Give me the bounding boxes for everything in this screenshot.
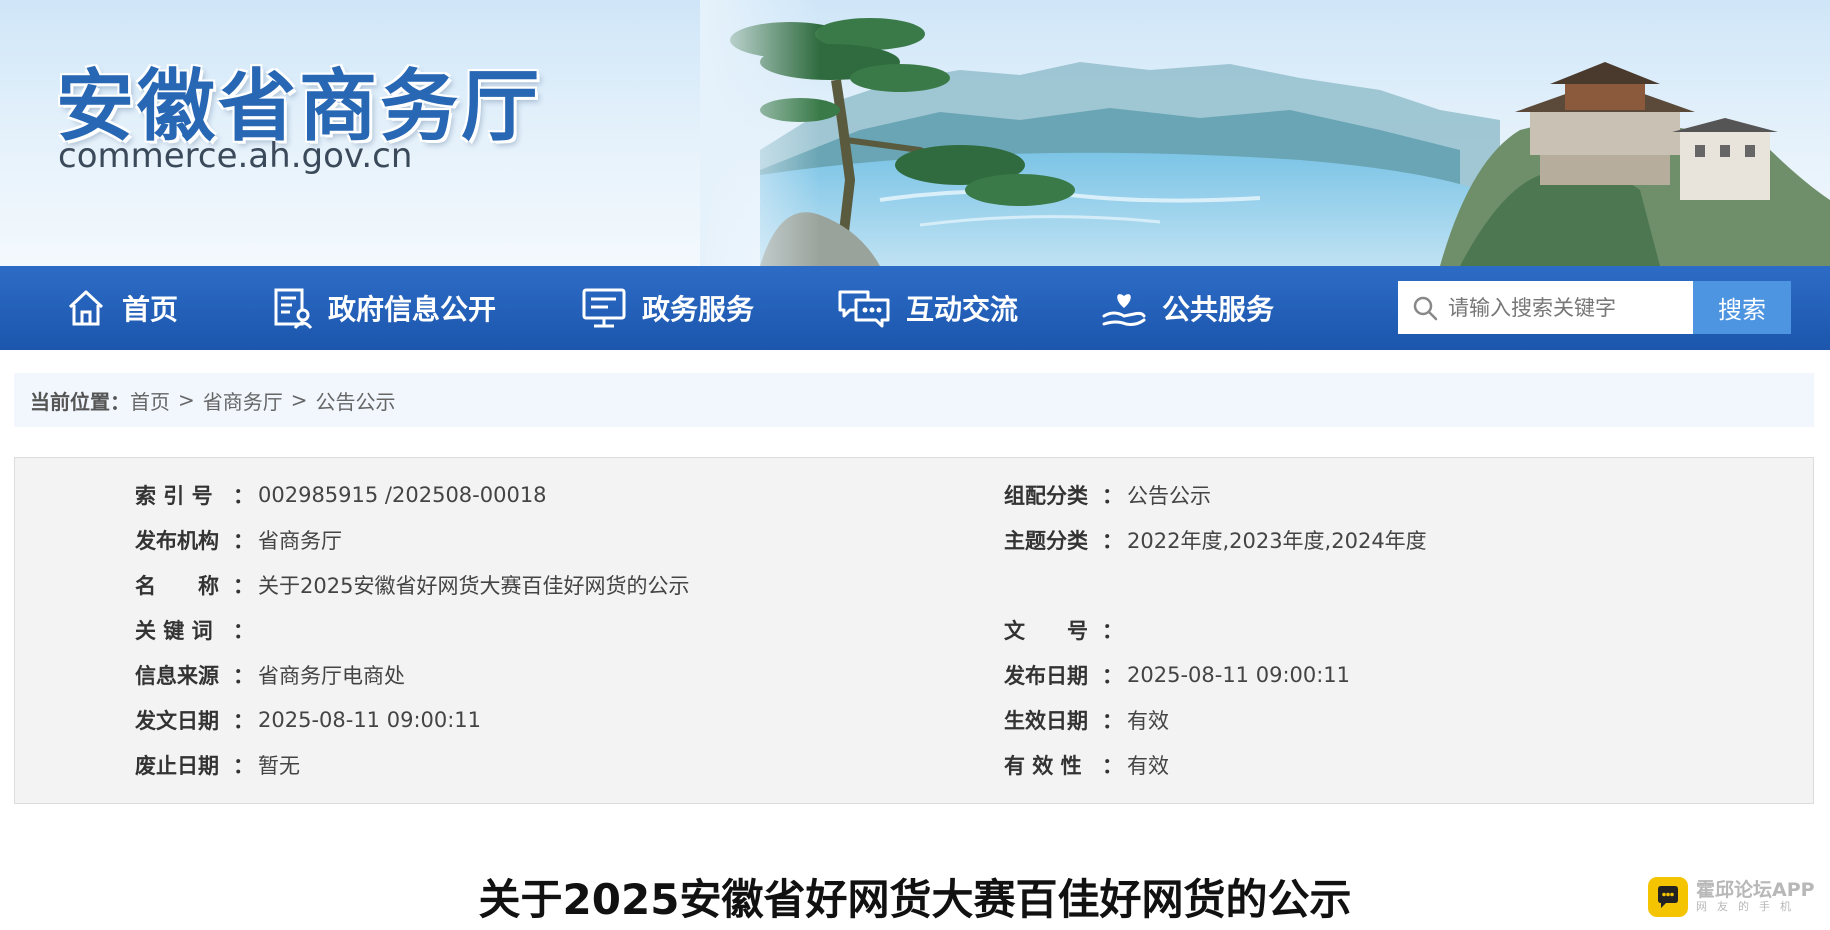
info-value: 省商务厅 xyxy=(258,529,342,553)
info-value: 有效 xyxy=(1127,754,1169,778)
nav-label-interaction: 互动交流 xyxy=(906,293,1019,326)
nav-item-interaction[interactable]: 互动交流 xyxy=(836,266,1018,350)
nav-item-gov-info[interactable]: 政府信息公开 xyxy=(270,266,496,350)
info-colon: ： xyxy=(1102,664,1123,688)
info-colon: ： xyxy=(1102,619,1123,643)
info-colon: ： xyxy=(1102,754,1123,778)
info-row-category: 组配分类 ：公告公示 xyxy=(1004,480,1211,510)
document-user-icon xyxy=(274,288,313,329)
info-row-effective-date: 生效日期 ：有效 xyxy=(1004,705,1169,735)
info-colon: ： xyxy=(233,574,254,598)
monitor-icon xyxy=(582,288,626,328)
chat-bubbles-icon xyxy=(838,290,890,328)
nav-item-gov-services[interactable]: 政务服务 xyxy=(580,266,754,350)
info-value: 2025-08-11 09:00:11 xyxy=(1127,663,1351,687)
info-value: 2022年度,2023年度,2024年度 xyxy=(1127,529,1427,553)
info-row-publish-date: 发布日期 ： 2025-08-11 09:00:11 xyxy=(1004,660,1350,690)
nav-label-public-services: 公共服务 xyxy=(1162,293,1275,326)
info-label: 名 称 xyxy=(135,574,219,598)
info-row-source: 信息来源 ：省商务厅电商处 xyxy=(135,660,405,690)
info-value: 公告公示 xyxy=(1127,484,1211,508)
search-icon xyxy=(1413,296,1438,320)
watermark-title: 霍邱论坛APP xyxy=(1696,879,1815,901)
info-row-topic: 主题分类 ： 2022年度,2023年度,2024年度 xyxy=(1004,525,1427,555)
document-info-table: 索 引 号： 002985915 /202508-00018 发布机构：省商务厅 … xyxy=(14,457,1814,804)
search-box xyxy=(1398,281,1693,334)
info-row-index-number: 索 引 号 ： 002985915 /202508-00018 xyxy=(135,480,547,510)
breadcrumb-label: 当前位置： xyxy=(30,389,130,414)
info-row-issue-date: 发文日期 ： 2025-08-11 09:00:11 xyxy=(135,705,481,735)
info-value: 关于2025安徽省好网货大赛百佳好网货的公示 xyxy=(258,574,690,598)
info-label: 信息来源 xyxy=(135,664,219,688)
info-value: 有效 xyxy=(1127,709,1169,733)
info-colon: ： xyxy=(1102,529,1123,553)
article-title: 关于2025安徽省好网货大赛百佳好网货的公示 xyxy=(478,875,1352,924)
header-banner: 安徽省商务厅 commerce.ah.gov.cn xyxy=(0,0,1830,266)
nav-item-home[interactable]: 首页 xyxy=(64,266,178,350)
nav-label-gov-services: 政务服务 xyxy=(642,293,755,326)
info-colon: ： xyxy=(233,529,254,553)
nav-label-home: 首页 xyxy=(122,293,179,326)
info-label: 关 键 词 xyxy=(135,619,213,643)
info-row-repeal-date: 废止日期 ：暂无 xyxy=(135,750,300,780)
nav-label-gov-info: 政府信息公开 xyxy=(328,293,497,326)
search-input[interactable] xyxy=(1446,294,1690,321)
site-domain: commerce.ah.gov.cn xyxy=(58,136,413,176)
info-label: 发文日期 xyxy=(135,709,219,733)
info-colon: ： xyxy=(233,619,254,643)
info-label: 发布日期 xyxy=(1004,664,1088,688)
info-colon: ： xyxy=(1102,484,1123,508)
chat-bubble-logo-icon xyxy=(1648,877,1688,917)
info-row-keywords: 关 键 词 ： xyxy=(135,615,258,645)
info-row-name: 名 称 ：关于2025安徽省好网货大赛百佳好网货的公示 xyxy=(135,570,689,600)
info-colon: ： xyxy=(233,664,254,688)
breadcrumb-separator: > xyxy=(290,388,308,412)
breadcrumb-item-department[interactable]: 省商务厅 xyxy=(203,386,283,415)
home-icon xyxy=(68,290,104,326)
info-label: 索 引 号 xyxy=(135,484,213,508)
info-value: 002985915 /202508-00018 xyxy=(258,483,547,507)
info-row-doc-number: 文 号 ： xyxy=(1004,615,1127,645)
nav-item-public-services[interactable]: 公共服务 xyxy=(1100,266,1274,350)
info-value: 省商务厅电商处 xyxy=(258,664,405,688)
info-row-publisher: 发布机构 ：省商务厅 xyxy=(135,525,342,555)
info-label: 文 号 xyxy=(1004,619,1088,643)
breadcrumb-item-home[interactable]: 首页 xyxy=(130,386,170,415)
info-colon: ： xyxy=(233,709,254,733)
search-button[interactable]: 搜索 xyxy=(1693,281,1791,334)
hand-heart-icon xyxy=(1102,294,1146,326)
info-value: 暂无 xyxy=(258,754,300,778)
info-colon: ： xyxy=(233,484,254,508)
info-colon: ： xyxy=(1102,709,1123,733)
breadcrumb-separator: > xyxy=(178,388,195,412)
info-label: 生效日期 xyxy=(1004,709,1088,733)
info-label: 有 效 性 xyxy=(1004,754,1082,778)
info-label: 发布机构 xyxy=(135,529,219,553)
info-colon: ： xyxy=(233,754,254,778)
info-label: 组配分类 xyxy=(1004,484,1088,508)
breadcrumb: 当前位置： 首页 > 省商务厅 > 公告公示 xyxy=(14,373,1814,427)
info-row-validity: 有 效 性 ：有效 xyxy=(1004,750,1169,780)
breadcrumb-item-announcements[interactable]: 公告公示 xyxy=(316,386,396,415)
info-value: 2025-08-11 09:00:11 xyxy=(258,708,482,732)
watermark-subtitle: 网友的手机 xyxy=(1696,900,1801,913)
app-watermark: 霍邱论坛APP 网友的手机 xyxy=(1648,872,1830,922)
info-label: 废止日期 xyxy=(135,754,219,778)
info-label: 主题分类 xyxy=(1004,529,1088,553)
